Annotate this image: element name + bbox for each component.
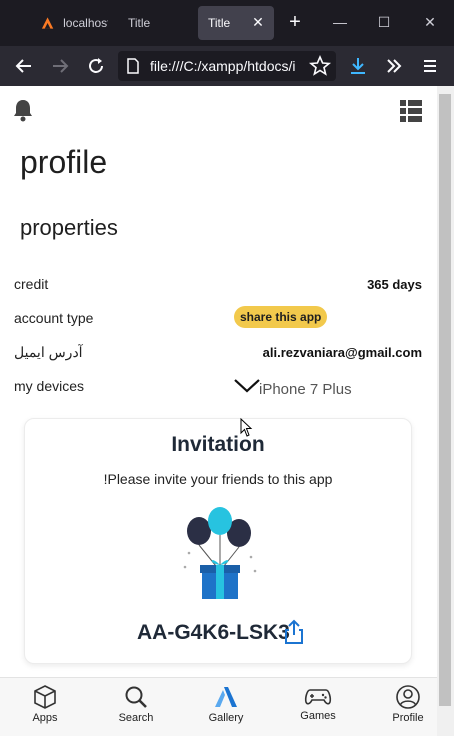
page-content: profile properties credit 365 days accou…	[0, 86, 437, 736]
invite-code: AA-G4K6-LSK3	[137, 621, 290, 644]
forward-arrow-icon	[53, 59, 69, 73]
browser-tab-bar: localhost Title Title ✕ + — ☐ ✕	[0, 0, 454, 46]
section-title: properties	[20, 215, 118, 240]
tab-localhost[interactable]: localhost	[40, 6, 108, 40]
tab-label: Title	[208, 16, 231, 30]
new-tab-button[interactable]: +	[284, 11, 306, 33]
bottom-navigation: Apps Search Gallery Games Profile	[0, 677, 437, 736]
minimize-button[interactable]: —	[330, 12, 350, 32]
download-icon	[351, 58, 365, 74]
nav-label-search: Search	[118, 712, 154, 724]
downloads-button[interactable]	[346, 54, 370, 78]
double-chevron-icon	[387, 59, 402, 73]
nav-label-gallery: Gallery	[208, 712, 244, 724]
nav-profile[interactable]: Profile	[378, 684, 437, 724]
back-arrow-icon	[15, 59, 31, 73]
page-scrollbar[interactable]	[437, 86, 454, 736]
nav-label-apps: Apps	[32, 712, 58, 724]
reload-icon	[89, 58, 103, 73]
bookmark-star-button[interactable]	[308, 54, 332, 78]
browser-nav-bar: file:///C:/xampp/htdocs/i	[0, 46, 454, 86]
tab-close-icon[interactable]: ✕	[250, 14, 266, 30]
tab-label: localhost	[63, 16, 108, 30]
magnifier-icon	[125, 686, 147, 708]
reload-button[interactable]	[84, 54, 108, 78]
nav-apps[interactable]: Apps	[15, 684, 75, 724]
chevron-down-icon[interactable]	[233, 378, 261, 394]
gallery-icon	[215, 687, 237, 707]
cube-icon	[34, 685, 56, 709]
page-title: profile	[20, 144, 108, 180]
back-button[interactable]	[12, 54, 36, 78]
nav-label-profile: Profile	[392, 712, 424, 724]
tab-title-active[interactable]: Title ✕	[198, 6, 274, 40]
maximize-button[interactable]: ☐	[374, 12, 394, 32]
nav-label-games: Games	[300, 710, 336, 722]
tab-title-1[interactable]: Title	[116, 6, 190, 40]
star-icon	[308, 54, 332, 76]
grid-menu-icon[interactable]	[400, 100, 422, 122]
hamburger-icon	[424, 60, 436, 72]
page-document-icon	[127, 58, 139, 74]
email-label: آدرس ایمیل	[14, 344, 83, 360]
forward-button[interactable]	[48, 54, 72, 78]
invitation-text: !Please invite your friends to this app	[103, 471, 333, 487]
devices-label: my devices	[14, 378, 85, 394]
mouse-cursor-icon	[240, 417, 254, 438]
email-value: ali.rezvaniara@gmail.com	[262, 345, 422, 360]
nav-gallery[interactable]: Gallery	[196, 684, 256, 724]
invitation-card: Invitation !Please invite your friends t…	[24, 418, 412, 664]
tab-label: Title	[128, 16, 151, 30]
share-icon[interactable]	[283, 619, 305, 645]
bell-icon[interactable]	[12, 98, 34, 122]
user-circle-icon	[396, 685, 420, 709]
gift-balloons-icon	[183, 507, 257, 599]
scrollbar-thumb[interactable]	[439, 94, 451, 706]
window-close-button[interactable]: ✕	[420, 12, 440, 32]
credit-label: credit	[14, 276, 49, 292]
url-text: file:///C:/xampp/htdocs/i	[150, 58, 296, 74]
credit-value: 365 days	[367, 277, 422, 292]
invitation-title: Invitation	[171, 433, 265, 456]
device-select[interactable]: iPhone 7 Plus	[259, 381, 352, 398]
overflow-chevrons-button[interactable]	[382, 54, 406, 78]
xampp-favicon-icon	[41, 17, 54, 29]
nav-search[interactable]: Search	[106, 684, 166, 724]
address-bar[interactable]: file:///C:/xampp/htdocs/i	[118, 51, 336, 81]
share-app-badge[interactable]: share this app	[234, 306, 328, 328]
account-type-label: account type	[14, 310, 94, 326]
gamepad-icon	[304, 689, 332, 705]
nav-games[interactable]: Games	[288, 684, 348, 722]
menu-button[interactable]	[418, 54, 442, 78]
